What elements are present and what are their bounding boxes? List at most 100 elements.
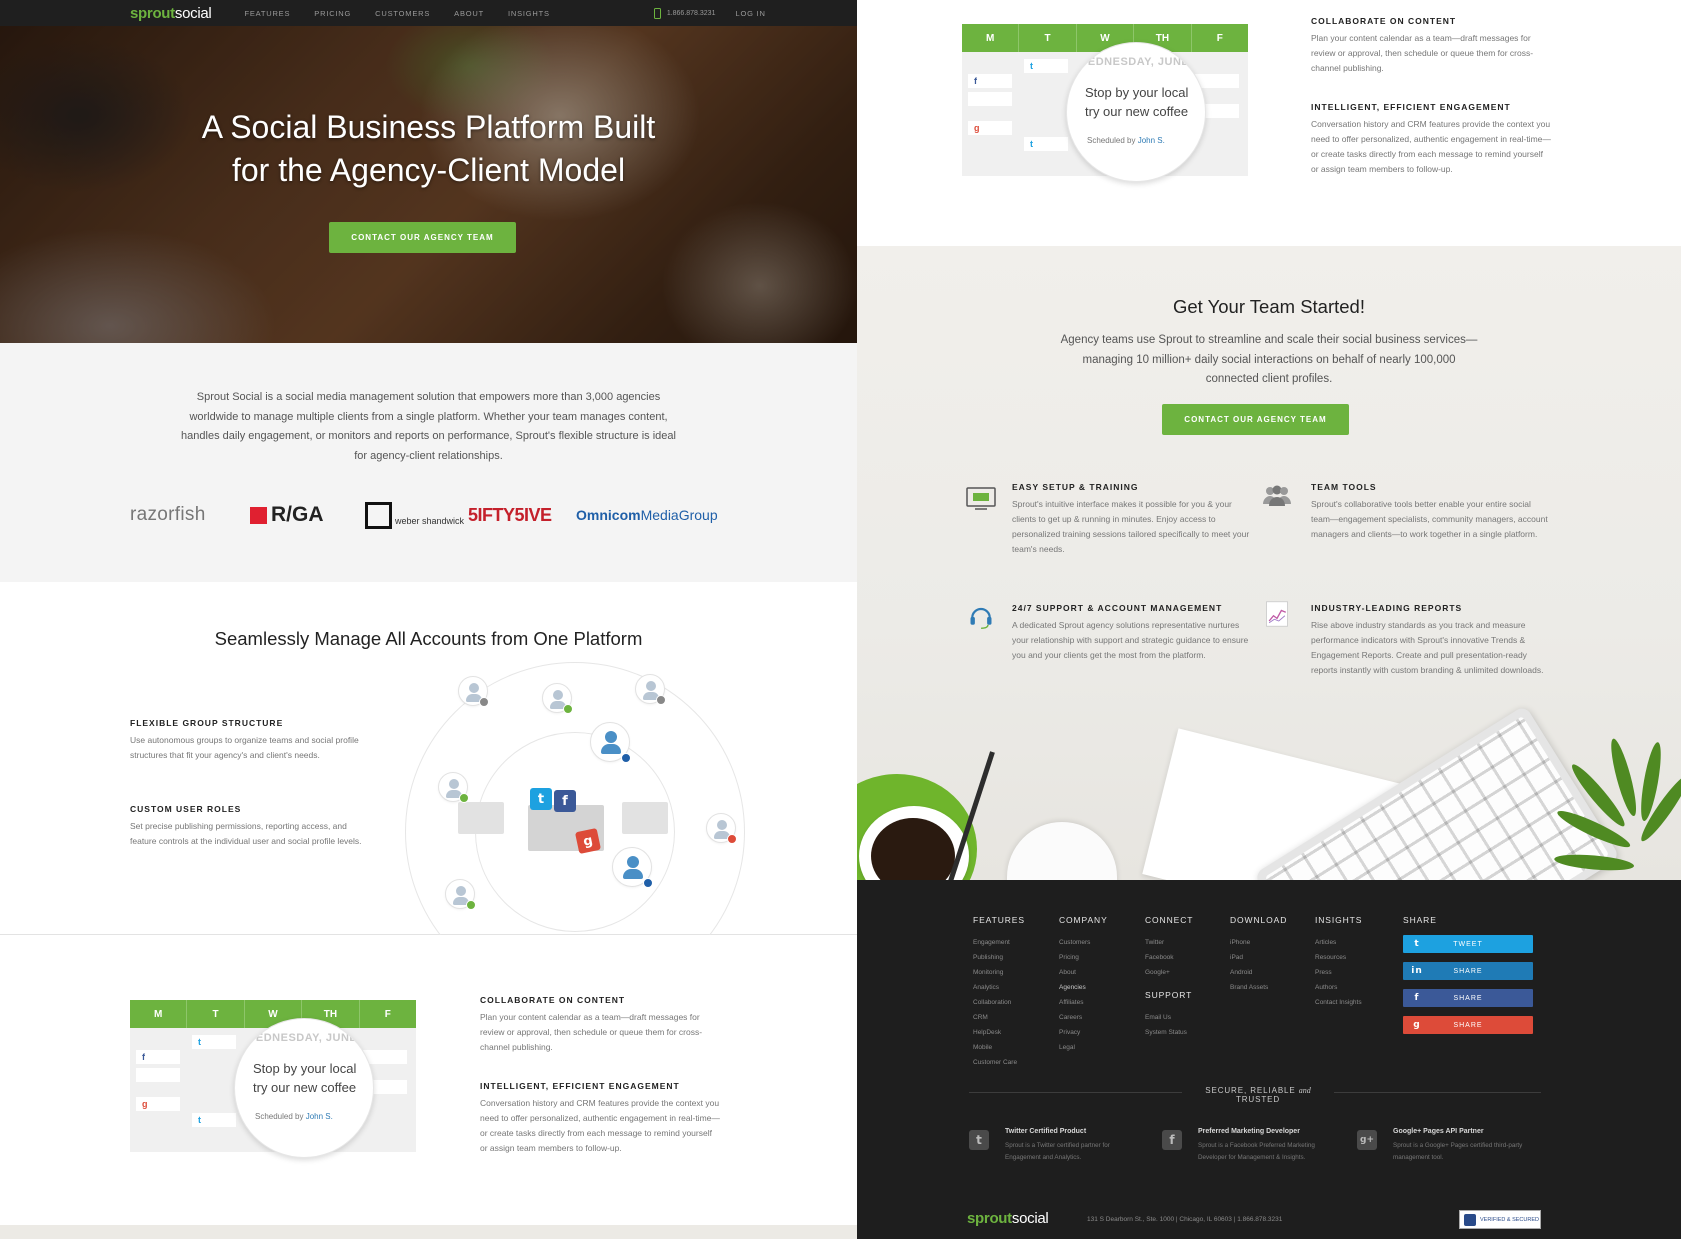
footer-link[interactable]: Brand Assets: [1230, 980, 1287, 995]
calendar-slot[interactable]: f: [136, 1050, 180, 1064]
footer-link[interactable]: Customer Care: [973, 1055, 1025, 1070]
footer-link[interactable]: iPad: [1230, 950, 1287, 965]
user-avatar-icon: [542, 683, 573, 714]
footer-link[interactable]: Contact Insights: [1315, 995, 1362, 1010]
footer-link[interactable]: Mobile: [973, 1040, 1025, 1055]
calendar-day-m: M: [130, 1000, 188, 1028]
tweet-button[interactable]: t TWEET: [1403, 935, 1533, 953]
twitter-icon: t: [1030, 139, 1033, 149]
calendar-slot[interactable]: [363, 1050, 407, 1064]
feature-collaborate: COLLABORATE ON CONTENT Plan your content…: [480, 995, 720, 1055]
linkedin-share-button[interactable]: in SHARE: [1403, 962, 1533, 980]
contact-agency-team-button[interactable]: CONTACT OUR AGENCY TEAM: [1162, 404, 1349, 435]
rga-square-icon: [250, 506, 267, 524]
footer-sproutsocial-logo[interactable]: sproutsocial: [967, 1210, 1049, 1227]
footer-link[interactable]: Privacy: [1059, 1025, 1108, 1040]
rga-logo: R/GA: [250, 500, 324, 530]
feature-engagement: INTELLIGENT, EFFICIENT ENGAGEMENT Conver…: [480, 1081, 720, 1156]
calendar-slot[interactable]: t: [1024, 137, 1068, 151]
facebook-share-button[interactable]: f SHARE: [1403, 989, 1533, 1007]
service-easy-setup: EASY SETUP & TRAINING Sprout's intuitive…: [1012, 482, 1252, 557]
footer-col-connect: CONNECT Twitter Facebook Google+ SUPPORT…: [1145, 915, 1193, 1040]
feature-flexible-group: FLEXIBLE GROUP STRUCTURE Use autonomous …: [130, 718, 365, 763]
verified-secured-badge[interactable]: VERIFIED & SECURED: [1459, 1210, 1541, 1229]
nav-link-about[interactable]: ABOUT: [454, 9, 484, 18]
calendar-slot[interactable]: f: [968, 74, 1012, 88]
service-text: Rise above industry standards as you tra…: [1311, 620, 1544, 675]
collaborate-section-right: M T W TH F t f g t WEDNESDAY, JUNE Stop …: [857, 0, 1681, 246]
footer-link[interactable]: Articles: [1315, 935, 1362, 950]
facebook-icon: f: [554, 790, 576, 812]
footer-link[interactable]: iPhone: [1230, 935, 1287, 950]
calendar-slot[interactable]: [968, 92, 1012, 106]
badge-text: Sprout is a Twitter certified partner fo…: [1005, 1142, 1110, 1161]
calendar-slot[interactable]: t: [192, 1113, 236, 1127]
user-avatar-icon: [438, 772, 469, 803]
scheduled-by-name[interactable]: John S.: [1138, 136, 1165, 145]
scheduled-by-name[interactable]: John S.: [306, 1112, 333, 1121]
service-text: Sprout's collaborative tools better enab…: [1311, 499, 1548, 539]
calendar-slot[interactable]: t: [192, 1035, 236, 1049]
footer-link[interactable]: Android: [1230, 965, 1287, 980]
phone-number[interactable]: 1.866.878.3231: [653, 7, 716, 19]
shield-icon: [1464, 1213, 1476, 1226]
service-reports: INDUSTRY-LEADING REPORTS Rise above indu…: [1311, 603, 1551, 678]
hero-title: A Social Business Platform Built for the…: [0, 106, 857, 192]
calendar-slot[interactable]: [1195, 74, 1239, 88]
footer-link[interactable]: Twitter: [1145, 935, 1193, 950]
nav-link-insights[interactable]: INSIGHTS: [508, 9, 550, 18]
accounts-diagram: t f g: [400, 662, 750, 1002]
footer-link[interactable]: Monitoring: [973, 965, 1025, 980]
footer-link[interactable]: Careers: [1059, 1010, 1108, 1025]
calendar-slot[interactable]: [136, 1068, 180, 1082]
phone-text: 1.866.878.3231: [666, 9, 716, 17]
bubble-scheduled-by: Scheduled by John S.: [1087, 136, 1165, 145]
footer-link[interactable]: HelpDesk: [973, 1025, 1025, 1040]
service-title: 24/7 SUPPORT & ACCOUNT MANAGEMENT: [1012, 603, 1223, 613]
sproutsocial-logo[interactable]: sproutsocial: [130, 5, 212, 22]
calendar-slot[interactable]: t: [1024, 59, 1068, 73]
user-avatar-icon: [612, 847, 653, 888]
footer-link[interactable]: Pricing: [1059, 950, 1108, 965]
scheduled-post-bubble[interactable]: WEDNESDAY, JUNE Stop by your local try ou…: [1066, 42, 1206, 182]
feature-title: INTELLIGENT, EFFICIENT ENGAGEMENT: [1311, 102, 1511, 112]
footer-link[interactable]: Agencies: [1059, 980, 1108, 995]
footer-link[interactable]: Collaboration: [973, 995, 1025, 1010]
footer-link[interactable]: Customers: [1059, 935, 1108, 950]
footer-link[interactable]: Analytics: [973, 980, 1025, 995]
footer-link[interactable]: Legal: [1059, 1040, 1108, 1055]
badge-title: Twitter Certified Product: [1005, 1128, 1087, 1135]
calendar-slot[interactable]: g: [136, 1097, 180, 1111]
footer: FEATURES Engagement Publishing Monitorin…: [857, 880, 1681, 1239]
footer-col-share: SHARE t TWEET in SHARE f SHARE g SHARE: [1403, 915, 1533, 1034]
login-link[interactable]: LOG IN: [735, 9, 765, 18]
calendar-slot[interactable]: g: [968, 121, 1012, 135]
scheduled-post-bubble[interactable]: WEDNESDAY, JUNE Stop by your local try ou…: [234, 1018, 374, 1158]
footer-link[interactable]: Email Us: [1145, 1010, 1193, 1025]
user-avatar-icon: [458, 676, 489, 707]
footer-link[interactable]: About: [1059, 965, 1108, 980]
calendar-day-f: F: [1216, 32, 1223, 44]
twitter-icon: t: [1414, 939, 1420, 949]
user-avatar-icon: [445, 879, 476, 910]
nav-link-features[interactable]: FEATURES: [244, 9, 290, 18]
footer-link[interactable]: Press: [1315, 965, 1362, 980]
footer-link[interactable]: Publishing: [973, 950, 1025, 965]
contact-agency-team-button[interactable]: CONTACT OUR AGENCY TEAM: [329, 222, 516, 253]
nav-link-customers[interactable]: CUSTOMERS: [375, 9, 430, 18]
footer-col-download: DOWNLOAD iPhone iPad Android Brand Asset…: [1230, 915, 1287, 995]
footer-link[interactable]: Affiliates: [1059, 995, 1108, 1010]
footer-link[interactable]: Google+: [1145, 965, 1193, 980]
footer-link[interactable]: Authors: [1315, 980, 1362, 995]
footer-link[interactable]: Engagement: [973, 935, 1025, 950]
footer-link[interactable]: Facebook: [1145, 950, 1193, 965]
nav-link-pricing[interactable]: PRICING: [314, 9, 351, 18]
google-plus-share-button[interactable]: g SHARE: [1403, 1016, 1533, 1034]
rga-text: R/GA: [271, 503, 324, 526]
footer-link[interactable]: System Status: [1145, 1025, 1193, 1040]
footer-link[interactable]: Resources: [1315, 950, 1362, 965]
feature-title: COLLABORATE ON CONTENT: [1311, 16, 1457, 26]
service-text: A dedicated Sprout agency solutions repr…: [1012, 620, 1249, 660]
footer-link[interactable]: CRM: [973, 1010, 1025, 1025]
google-plus-icon: g: [1413, 1020, 1421, 1030]
